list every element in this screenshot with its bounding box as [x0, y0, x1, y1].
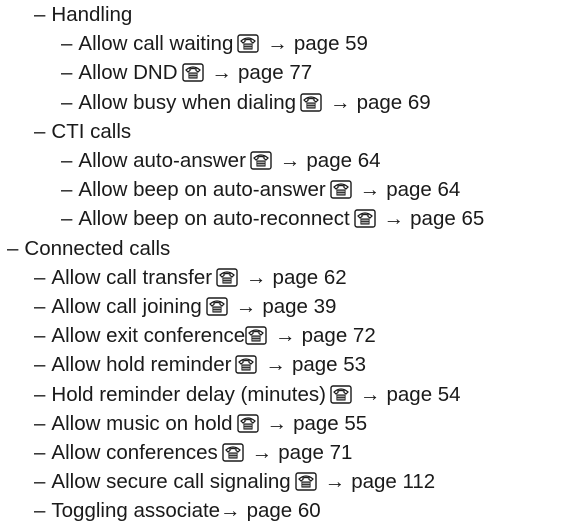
arrow-right-icon: → [265, 353, 286, 377]
phone-icon [237, 34, 260, 53]
phone-icon [250, 151, 272, 170]
menu-item: – Connected calls [7, 236, 170, 262]
menu-item-label: Toggling associate [51, 499, 221, 523]
list-dash: – [34, 3, 46, 26]
page-reference-link[interactable]: page 54 [386, 383, 460, 406]
list-dash: – [61, 61, 73, 85]
page-reference-link[interactable]: page 55 [293, 412, 367, 435]
list-dash: – [34, 441, 46, 464]
menu-item: – Allow music on hold → page 55 [34, 411, 367, 437]
menu-item: – Allow secure call signaling → page 112 [34, 469, 435, 495]
page-reference-link[interactable]: page 64 [386, 178, 460, 201]
menu-item-label: Allow beep on auto-reconnect [78, 207, 350, 231]
page-reference-link[interactable]: page 69 [357, 91, 431, 114]
arrow-right-icon: → [383, 207, 405, 231]
list-dash: – [34, 119, 46, 143]
menu-item-label: Connected calls [24, 236, 171, 260]
arrow-right-icon: → [220, 499, 241, 523]
menu-item: – Allow DND → page 77 [61, 60, 312, 86]
page-reference-link[interactable]: page 60 [247, 499, 321, 522]
list-dash: – [34, 265, 46, 289]
menu-item-label: CTI calls [51, 119, 132, 143]
arrow-right-icon: → [211, 61, 233, 85]
phone-icon [245, 326, 267, 345]
menu-item: – Allow conferences → page 71 [34, 440, 352, 466]
menu-item: – Allow auto-answer → page 64 [61, 148, 381, 174]
page-reference-link[interactable]: page 39 [262, 295, 336, 318]
menu-item: – Hold reminder delay (minutes) → page 54 [34, 382, 461, 408]
phone-icon [236, 414, 259, 433]
page-reference-link[interactable]: page 59 [294, 32, 368, 55]
menu-item-label: Allow call waiting [78, 32, 234, 56]
page-reference-link[interactable]: page 72 [302, 324, 376, 347]
arrow-right-icon: → [267, 32, 288, 56]
page-reference-link[interactable]: page 65 [410, 207, 484, 230]
menu-item-label: Allow beep on auto-answer [78, 178, 326, 202]
page-reference-link[interactable]: page 71 [278, 441, 352, 464]
menu-item-label: Allow hold reminder [51, 353, 232, 377]
list-dash: – [61, 207, 73, 231]
phone-icon [330, 180, 352, 199]
menu-item: – CTI calls [34, 119, 131, 145]
page-reference-link[interactable]: page 62 [273, 266, 347, 289]
menu-item-label: Allow call transfer [51, 265, 213, 289]
menu-item: – Allow beep on auto-answer → page 64 [61, 177, 460, 203]
menu-item-label: Allow secure call signaling [51, 470, 291, 494]
phone-icon [222, 443, 244, 462]
phone-icon [353, 209, 376, 229]
arrow-right-icon: → [275, 324, 296, 348]
list-dash: – [61, 90, 73, 114]
arrow-right-icon: → [324, 470, 346, 494]
menu-item-label: Allow conferences [51, 441, 218, 464]
menu-item: – Toggling associate→ page 60 [34, 498, 321, 524]
page-reference-link[interactable]: page 112 [351, 470, 435, 493]
menu-item-label: Hold reminder delay (minutes) [51, 382, 326, 406]
list-dash: – [34, 470, 46, 494]
phone-icon [295, 472, 317, 491]
document-page: – Handling – Allow call waiting → page 59– All… [0, 0, 579, 529]
page-reference-link[interactable]: page 77 [238, 61, 312, 84]
phone-icon [216, 268, 238, 287]
page-reference-link[interactable]: page 64 [306, 149, 380, 172]
menu-item-label: Allow exit conference [51, 324, 246, 348]
menu-item-label: Allow music on hold [51, 411, 233, 435]
phone-icon [181, 63, 204, 83]
list-dash: – [34, 295, 46, 318]
arrow-right-icon: → [266, 411, 288, 435]
menu-item: – Allow call joining → page 39 [34, 294, 336, 320]
menu-item: – Allow hold reminder → page 53 [34, 352, 366, 378]
arrow-right-icon: → [359, 178, 381, 202]
menu-item: – Allow exit conference → page 72 [34, 323, 376, 349]
menu-item-label: Allow call joining [51, 295, 202, 318]
phone-icon [300, 92, 322, 112]
menu-item-label: Allow auto-answer [78, 149, 246, 172]
list-dash: – [34, 411, 46, 435]
phone-icon [235, 355, 258, 375]
arrow-right-icon: → [246, 265, 267, 289]
list-dash: – [61, 178, 73, 202]
phone-icon [206, 297, 228, 316]
menu-item-label: Allow busy when dialing [78, 90, 297, 114]
menu-item: – Allow call waiting → page 59 [61, 31, 368, 57]
menu-item: – Handling [34, 2, 132, 28]
menu-item: – Allow call transfer → page 62 [34, 265, 347, 291]
list-dash: – [61, 32, 73, 56]
menu-item: – Allow beep on auto-reconnect → page 65 [61, 206, 484, 232]
menu-item-label: Handling [51, 3, 133, 26]
arrow-right-icon: → [235, 295, 257, 318]
list-dash: – [61, 149, 73, 172]
list-dash: – [34, 324, 46, 348]
list-dash: – [34, 499, 46, 523]
list-dash: – [34, 353, 46, 377]
page-reference-link[interactable]: page 53 [292, 353, 366, 376]
phone-icon [330, 384, 352, 404]
arrow-right-icon: → [330, 90, 351, 114]
list-dash: – [34, 382, 46, 406]
list-dash: – [7, 236, 19, 260]
menu-item: – Allow busy when dialing → page 69 [61, 90, 431, 116]
menu-item-label: Allow DND [78, 61, 178, 85]
arrow-right-icon: → [279, 149, 301, 172]
arrow-right-icon: → [359, 382, 381, 406]
arrow-right-icon: → [251, 441, 273, 464]
